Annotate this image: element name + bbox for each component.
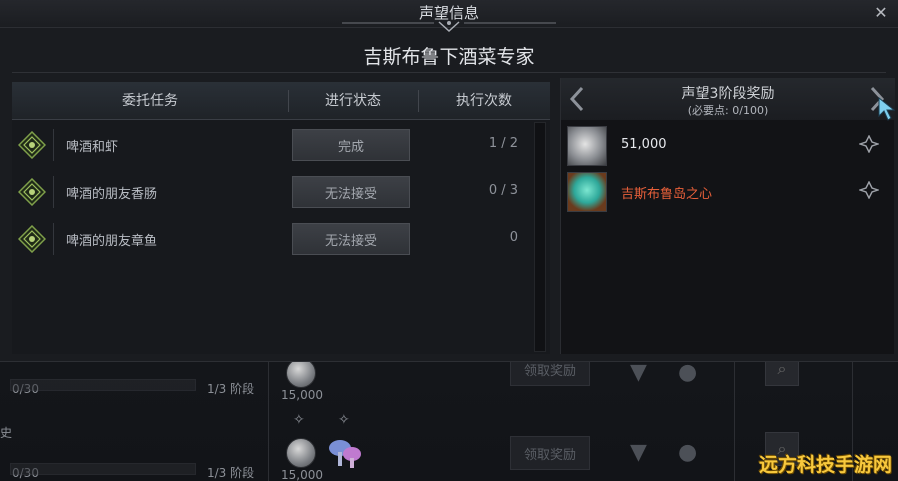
quest-status-button[interactable]: 无法接受 bbox=[292, 223, 410, 255]
stage-title: 声望3阶段奖励 bbox=[681, 86, 775, 102]
stage-reward-panel: 声望3阶段奖励 (必要点: 0/100) 51,000 吉斯布鲁岛之心 bbox=[560, 78, 895, 354]
claim-reward-button[interactable]: 领取奖励 bbox=[510, 436, 590, 470]
quest-row[interactable]: 啤酒的朋友章鱼 无法接受 0 bbox=[12, 217, 532, 261]
quest-emblem-icon bbox=[18, 178, 46, 206]
quest-row[interactable]: 啤酒的朋友香肠 无法接受 0 / 3 bbox=[12, 170, 532, 214]
quest-row[interactable]: 啤酒和虾 完成 1 / 2 bbox=[12, 123, 532, 167]
quest-status-button[interactable]: 无法接受 bbox=[292, 176, 410, 208]
progress-bar bbox=[10, 379, 196, 391]
silver-coin-icon bbox=[286, 438, 316, 468]
stage-text: 1/3 阶段 bbox=[207, 466, 255, 480]
column-header-count: 执行次数 bbox=[456, 93, 512, 109]
quest-count: 0 bbox=[509, 230, 518, 245]
progress-bar bbox=[10, 463, 196, 475]
column-divider bbox=[734, 362, 735, 481]
mushroom-item-icon bbox=[329, 440, 361, 468]
quest-table-header: 委托任务 进行状态 执行次数 bbox=[12, 82, 550, 120]
quest-table: 委托任务 进行状态 执行次数 啤酒和虾 完成 1 / 2 啤酒的朋友香肠 无法接… bbox=[12, 82, 550, 354]
island-heart-icon bbox=[567, 172, 607, 212]
stage-requirement: (必要点: 0/100) bbox=[687, 104, 769, 117]
watermark: 远方科技手游网 bbox=[758, 454, 892, 476]
pin-marker-icon: ✧ bbox=[338, 412, 350, 428]
close-icon[interactable]: ✕ bbox=[870, 1, 892, 23]
chat-bubble-icon[interactable]: ● bbox=[678, 440, 697, 465]
reward-label: 吉斯布鲁岛之心 bbox=[621, 187, 713, 202]
column-header-status: 进行状态 bbox=[325, 93, 381, 109]
quest-count: 1 / 2 bbox=[488, 136, 518, 151]
stage-text: 1/3 阶段 bbox=[207, 382, 255, 396]
quest-name: 啤酒的朋友章鱼 bbox=[66, 234, 158, 249]
stage-reward-header: 声望3阶段奖励 (必要点: 0/100) bbox=[561, 78, 895, 120]
mouse-cursor-icon bbox=[878, 96, 896, 121]
quest-emblem-icon bbox=[18, 131, 46, 159]
row-separator bbox=[53, 223, 54, 255]
reward-item[interactable]: 51,000 bbox=[565, 124, 891, 168]
faction-name: 吉斯布鲁下酒菜专家 bbox=[363, 46, 535, 68]
row-separator bbox=[53, 176, 54, 208]
pin-marker-icon: ✧ bbox=[293, 412, 305, 428]
column-divider bbox=[268, 362, 269, 481]
chat-bubble-icon[interactable]: ● bbox=[678, 360, 697, 385]
row-separator bbox=[53, 129, 54, 161]
reward-item[interactable]: 吉斯布鲁岛之心 bbox=[565, 170, 891, 214]
quest-status-button[interactable]: 完成 bbox=[292, 129, 410, 161]
header-divider bbox=[12, 72, 886, 73]
coin-amount: 15,000 bbox=[281, 468, 323, 481]
side-text: 史 bbox=[0, 426, 13, 440]
rank-chevron-icon: ▼ bbox=[630, 360, 647, 385]
pin-marker-icon[interactable] bbox=[859, 181, 879, 199]
pin-marker-icon[interactable] bbox=[859, 135, 879, 153]
quest-scrollbar[interactable] bbox=[534, 122, 546, 352]
quest-name: 啤酒的朋友香肠 bbox=[66, 187, 158, 202]
rank-chevron-icon: ▼ bbox=[630, 440, 647, 465]
window-titlebar: 声望信息 ✕ bbox=[0, 0, 898, 33]
silver-coin-icon bbox=[286, 358, 316, 388]
quest-count: 0 / 3 bbox=[488, 183, 518, 198]
quest-name: 啤酒和虾 bbox=[66, 140, 119, 155]
silver-coin-icon bbox=[567, 126, 607, 166]
reward-label: 51,000 bbox=[621, 137, 667, 152]
column-header-quest: 委托任务 bbox=[122, 93, 178, 109]
quest-emblem-icon bbox=[18, 225, 46, 253]
reputation-window: 声望信息 ✕ 吉斯布鲁下酒菜专家 委托任务 进行状态 执行次数 啤酒和虾 完成 … bbox=[0, 0, 898, 362]
title-ornament-icon bbox=[342, 21, 556, 33]
coin-amount: 15,000 bbox=[281, 388, 323, 402]
